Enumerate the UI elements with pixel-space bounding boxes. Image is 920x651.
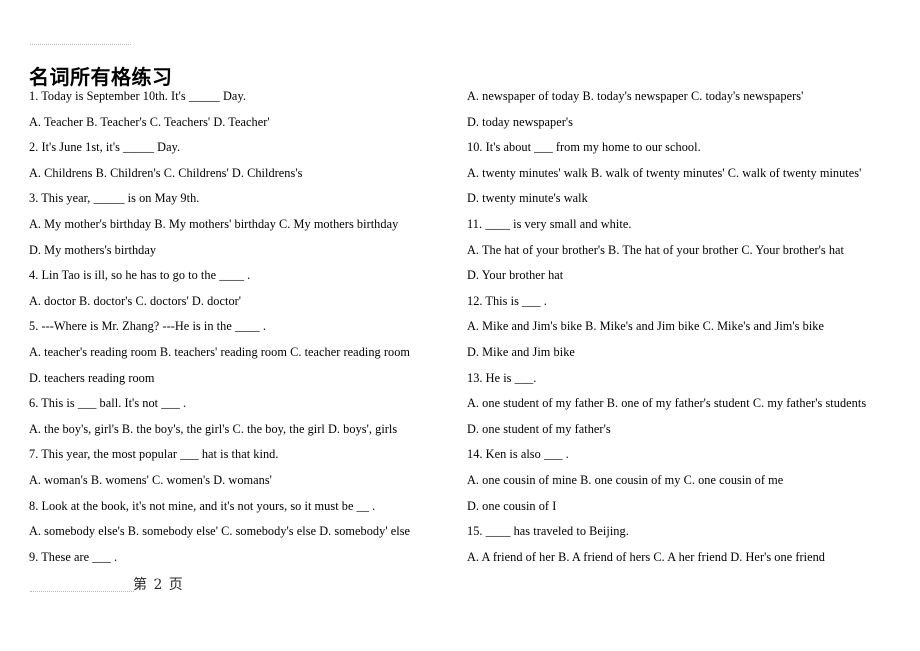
page-title: 名词所有格练习 xyxy=(29,65,173,90)
question-line: 13. He is ___. xyxy=(467,370,537,385)
option-line: A. teacher's reading room B. teachers' r… xyxy=(29,344,411,359)
option-line: A. Mike and Jim's bike B. Mike's and Jim… xyxy=(467,319,824,334)
question-line: 12. This is ___ . xyxy=(467,293,547,308)
question-line: 15. ____ has traveled to Beijing. xyxy=(467,524,629,539)
left-text-column: 1. Today is September 10th. It's _____ D… xyxy=(29,90,459,576)
document-page: 名词所有格练习 1. Today is September 10th. It's… xyxy=(0,0,920,651)
option-line: A. Teacher B. Teacher's C. Teachers' D. … xyxy=(29,114,270,129)
option-line: A. somebody else's B. somebody else' C. … xyxy=(29,524,411,539)
question-line: 7. This year, the most popular ___ hat i… xyxy=(29,447,279,462)
question-line: 10. It's about ___ from my home to our s… xyxy=(467,140,701,155)
footer-divider-rule xyxy=(30,591,134,592)
option-line: D. My mothers's birthday xyxy=(29,242,157,257)
page-number: 第 2 页 xyxy=(133,577,184,593)
option-line: A. newspaper of today B. today's newspap… xyxy=(467,89,804,103)
question-line: 11. ____ is very small and white. xyxy=(467,216,632,231)
option-line: A. Childrens B. Children's C. Childrens'… xyxy=(29,165,303,180)
option-line: A. woman's B. womens' C. women's D. woma… xyxy=(29,472,272,487)
header-divider-rule xyxy=(30,44,131,45)
question-line: 4. Lin Tao is ill, so he has to go to th… xyxy=(29,268,251,283)
right-text-column: A. newspaper of today B. today's newspap… xyxy=(467,90,907,576)
question-line: 1. Today is September 10th. It's _____ D… xyxy=(29,89,246,103)
question-line: 3. This year, _____ is on May 9th. xyxy=(29,191,200,206)
question-line: 6. This is ___ ball. It's not ___ . xyxy=(29,396,187,411)
question-line: 8. Look at the book, it's not mine, and … xyxy=(29,498,376,513)
option-line: D. today newspaper's xyxy=(467,114,574,129)
option-line: D. one cousin of I xyxy=(467,498,557,513)
option-line: A. A friend of her B. A friend of hers C… xyxy=(467,549,826,564)
option-line: A. twenty minutes' walk B. walk of twent… xyxy=(467,165,862,180)
option-line: A. one cousin of mine B. one cousin of m… xyxy=(467,472,784,487)
option-line: D. Your brother hat xyxy=(467,268,564,283)
option-line: D. teachers reading room xyxy=(29,370,155,385)
option-line: A. one student of my father B. one of my… xyxy=(467,396,867,411)
question-line: 14. Ken is also ___ . xyxy=(467,447,569,462)
option-line: A. My mother's birthday B. My mothers' b… xyxy=(29,216,399,231)
option-line: D. one student of my father's xyxy=(467,421,611,436)
option-line: A. The hat of your brother's B. The hat … xyxy=(467,242,845,257)
question-line: 5. ---Where is Mr. Zhang? ---He is in th… xyxy=(29,319,266,334)
question-line: 9. These are ___ . xyxy=(29,549,118,564)
question-line: 2. It's June 1st, it's _____ Day. xyxy=(29,140,181,155)
option-line: A. doctor B. doctor's C. doctors' D. doc… xyxy=(29,293,242,308)
option-line: D. twenty minute's walk xyxy=(467,191,588,206)
option-line: A. the boy's, girl's B. the boy's, the g… xyxy=(29,421,398,436)
option-line: D. Mike and Jim bike xyxy=(467,344,575,359)
